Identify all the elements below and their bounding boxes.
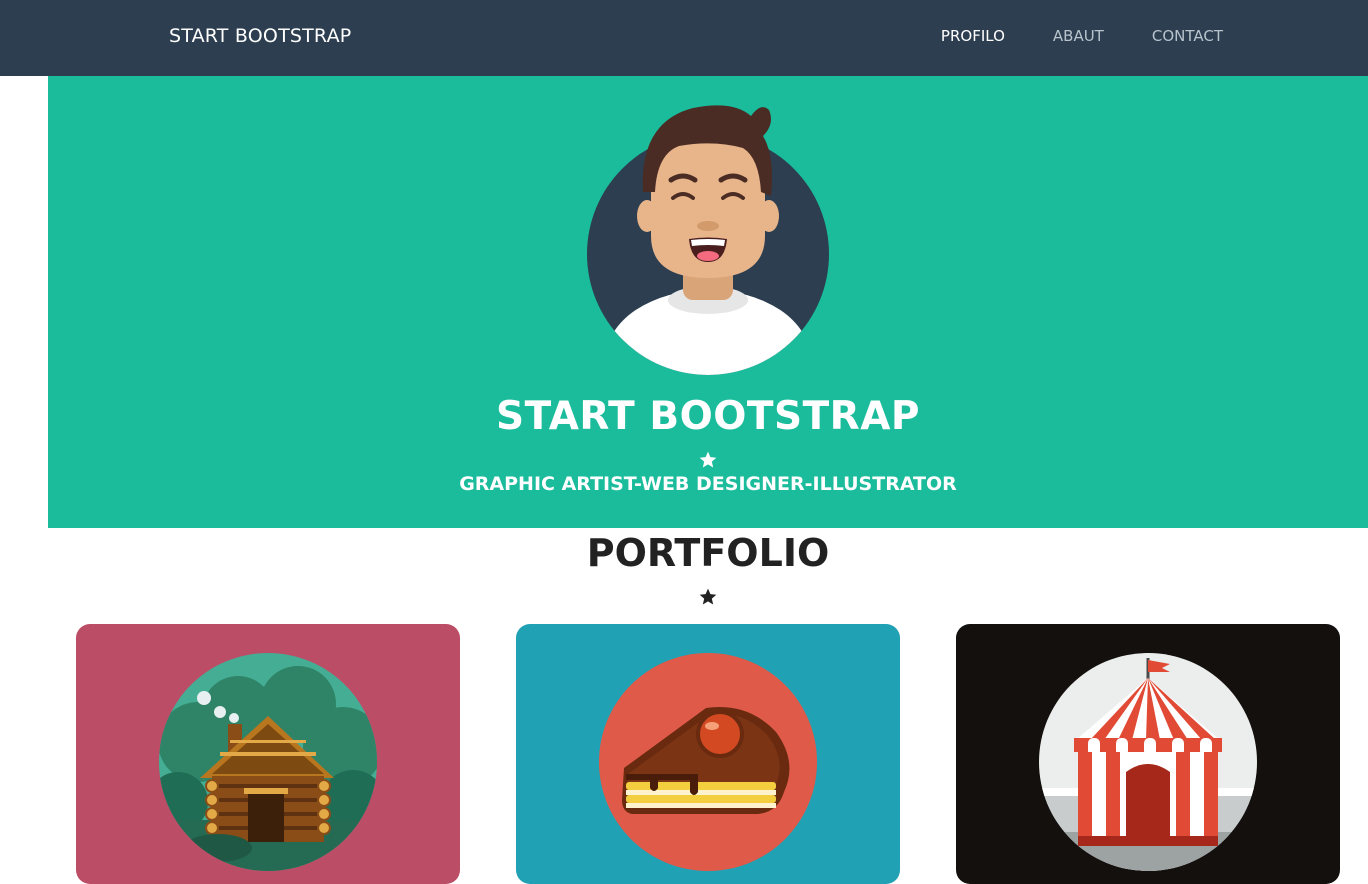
nav-link-abaut[interactable]: ABAUT	[1053, 27, 1104, 45]
hero-section: START BOOTSTRAP GRAPHIC ARTIST-WEB DESIG…	[48, 76, 1368, 528]
navbar: START BOOTSTRAP PROFILO ABAUT CONTACT	[0, 0, 1368, 76]
portfolio-item-cake[interactable]	[516, 624, 900, 884]
cabin-icon	[159, 653, 377, 871]
nav-link-profilo[interactable]: PROFILO	[941, 27, 1005, 45]
portfolio-item-cabin[interactable]	[76, 624, 460, 884]
cake-icon	[599, 653, 817, 871]
brand-link[interactable]: START BOOTSTRAP	[169, 25, 351, 47]
hero-title: START BOOTSTRAP	[496, 394, 920, 439]
nav-links: PROFILO ABAUT CONTACT	[941, 27, 1223, 45]
star-icon	[699, 451, 717, 468]
nav-link-contact[interactable]: CONTACT	[1152, 27, 1223, 45]
star-icon	[699, 588, 717, 605]
hero-subtitle: GRAPHIC ARTIST-WEB DESIGNER-ILLUSTRATOR	[459, 473, 957, 495]
avatar	[583, 96, 833, 378]
portfolio-item-circus-tent[interactable]	[956, 624, 1340, 884]
circus-tent-icon	[1039, 653, 1257, 871]
portfolio-title: PORTFOLIO	[586, 531, 830, 575]
